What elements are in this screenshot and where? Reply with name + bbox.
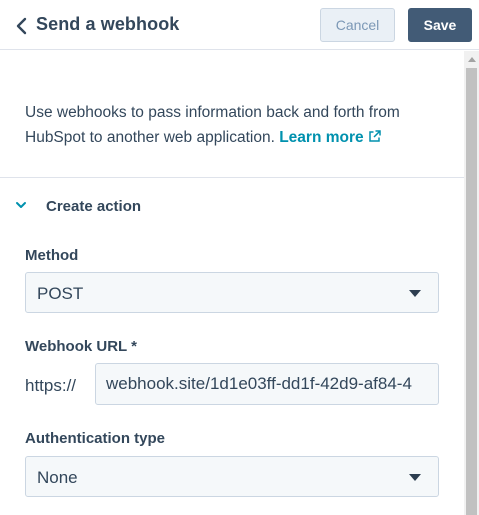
- intro-description: Use webhooks to pass information back an…: [25, 100, 445, 150]
- auth-type-value: None: [37, 468, 78, 487]
- webhook-url-input[interactable]: [95, 363, 439, 405]
- create-action-toggle[interactable]: Create action: [14, 194, 214, 220]
- auth-type-label: Authentication type: [25, 430, 166, 447]
- scroll-up-icon: [467, 57, 476, 62]
- learn-more-link[interactable]: Learn more: [279, 129, 381, 146]
- scroll-up-arrow[interactable]: [464, 51, 479, 67]
- method-select[interactable]: POST: [25, 272, 439, 313]
- chevron-left-icon: [16, 17, 27, 35]
- auth-type-select[interactable]: None: [25, 456, 439, 497]
- caret-down-icon: [409, 290, 421, 297]
- method-label: Method: [25, 247, 79, 264]
- back-button[interactable]: [10, 13, 32, 39]
- url-prefix: https://: [25, 376, 77, 395]
- method-value: POST: [37, 284, 84, 303]
- learn-more-label: Learn more: [279, 129, 364, 146]
- webhook-url-label: Webhook URL *: [25, 338, 137, 355]
- save-button[interactable]: Save: [408, 8, 472, 42]
- scrollbar-thumb[interactable]: [466, 68, 477, 515]
- panel-header: Send a webhook Cancel Save: [0, 0, 479, 50]
- external-link-icon: [368, 130, 381, 142]
- panel-title: Send a webhook: [36, 14, 180, 34]
- section-title: Create action: [46, 198, 142, 215]
- chevron-down-icon: [16, 202, 26, 208]
- caret-down-icon: [409, 474, 421, 481]
- cancel-button[interactable]: Cancel: [320, 8, 395, 42]
- section-divider: [0, 177, 464, 178]
